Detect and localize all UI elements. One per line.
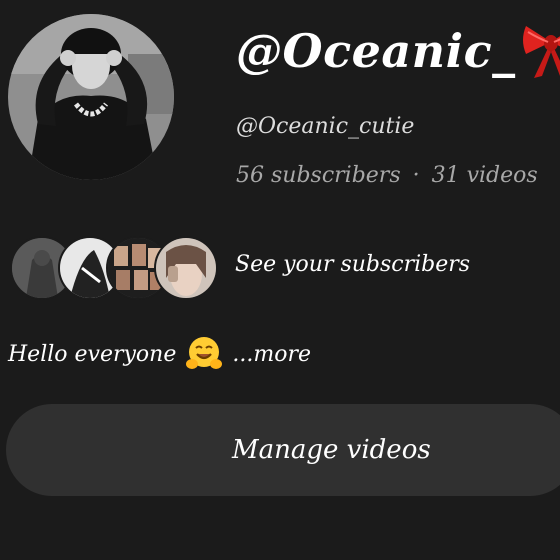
subscriber-avatar — [154, 236, 218, 300]
avatar-photo — [8, 14, 174, 180]
see-subscribers-label[interactable]: See your subscribers — [235, 252, 470, 277]
video-count: 31 videos — [431, 163, 538, 188]
channel-handle: @Oceanic_cutie — [236, 114, 415, 139]
ribbon-bow-icon — [520, 22, 560, 80]
bio-text: Hello everyone — [8, 341, 177, 367]
stats-separator: · — [412, 163, 420, 188]
channel-stats: 56 subscribers · 31 videos — [236, 163, 538, 188]
hugging-face-icon — [186, 336, 223, 372]
channel-avatar[interactable] — [8, 14, 174, 180]
see-subscribers-row[interactable]: See your subscribers — [10, 234, 470, 300]
bio-more-link[interactable]: ...more — [232, 342, 311, 367]
subscriber-avatars — [10, 234, 218, 300]
channel-profile-screen: @Oceanic_ @Oceanic_cutie 56 subscribers … — [0, 0, 560, 560]
channel-name-text: @Oceanic_ — [236, 24, 516, 78]
channel-name: @Oceanic_ — [236, 22, 560, 80]
manage-videos-button[interactable]: Manage videos — [6, 404, 560, 496]
subscriber-count: 56 subscribers — [236, 163, 401, 188]
channel-bio: Hello everyone ...more — [8, 336, 311, 372]
